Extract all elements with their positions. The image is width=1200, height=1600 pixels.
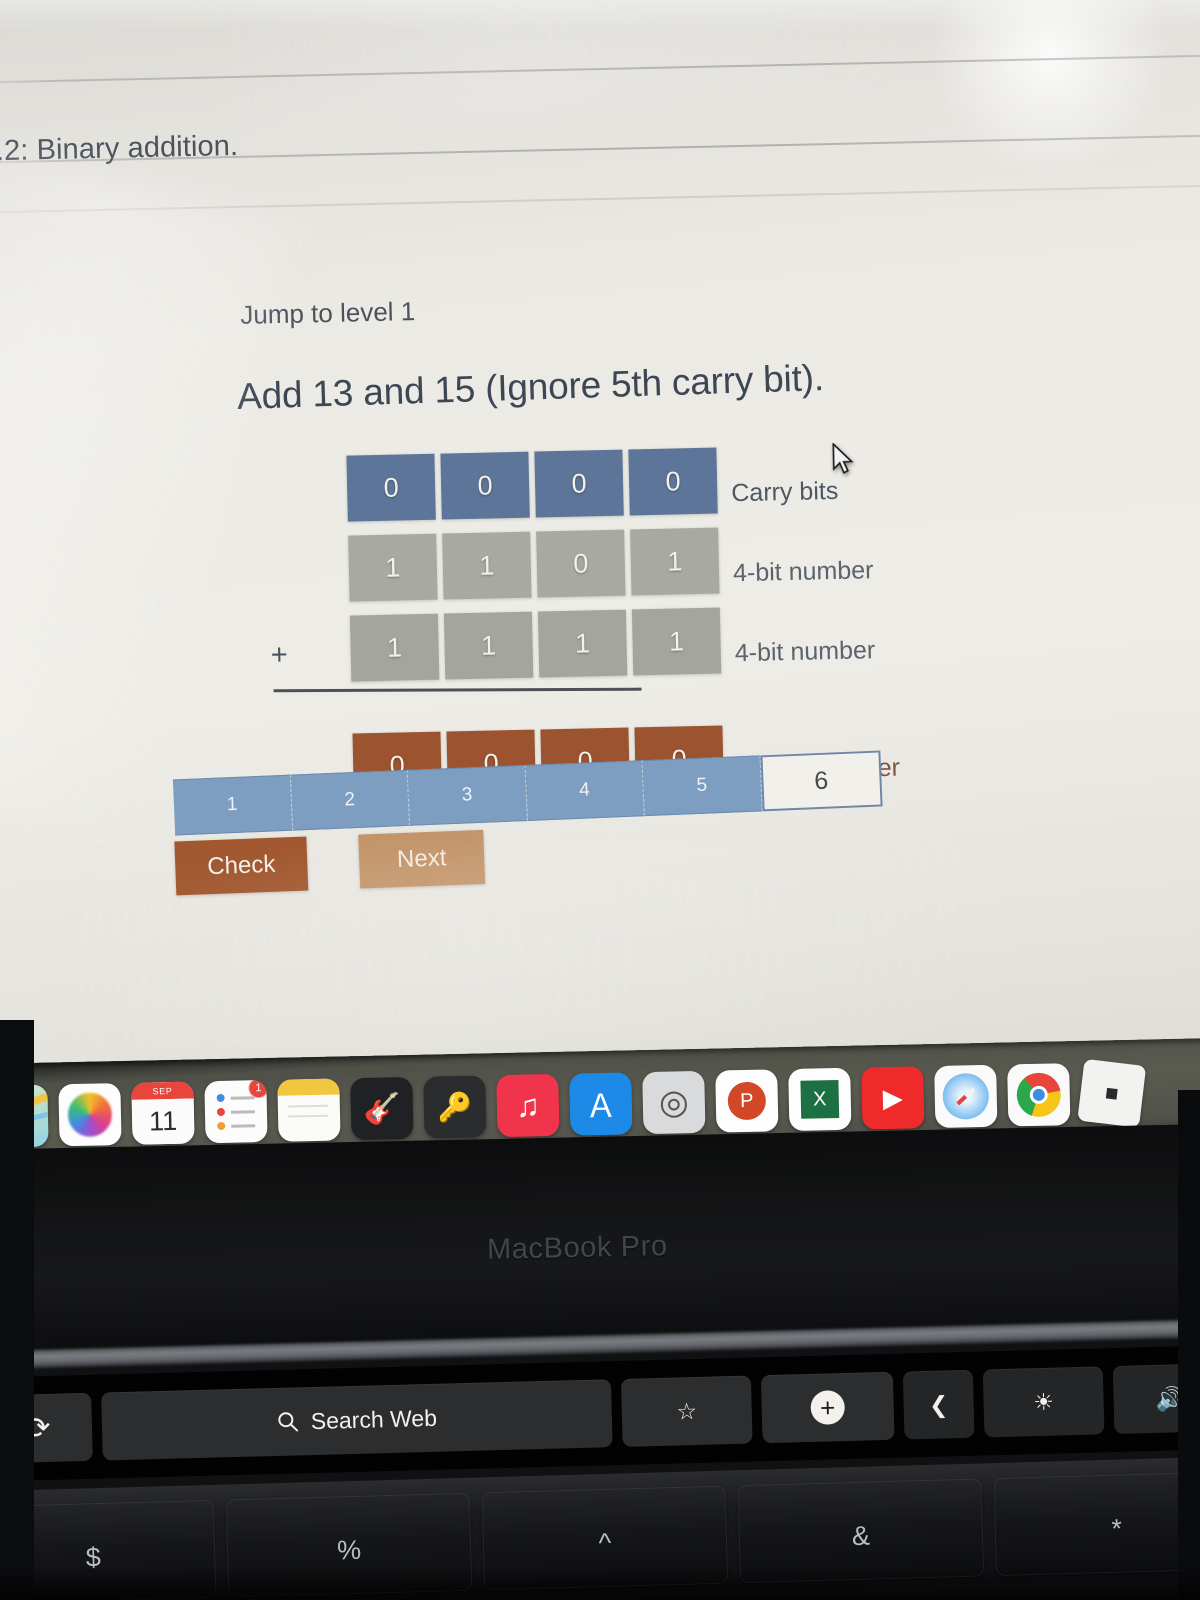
progress-step-5[interactable]: 5	[642, 755, 763, 817]
new-tab-plus-icon[interactable]: +	[760, 1371, 895, 1444]
chrome-icon[interactable]	[1007, 1063, 1071, 1127]
operand-1-bit-cell: 1	[442, 531, 532, 600]
search-web-label: Search Web	[310, 1404, 438, 1434]
brightness-icon[interactable]: ☀	[982, 1366, 1105, 1438]
calendar-day-label: 11	[131, 1098, 195, 1145]
operand-2-bit-cell: 1	[349, 613, 440, 682]
task-title: Add 13 and 15 (Ignore 5th carry bit).	[236, 357, 825, 417]
operand-2-row: + 1 1 1 1 4-bit number	[242, 601, 1024, 698]
operand-2-bit-cell: 1	[537, 609, 628, 678]
reminders-badge: 1	[248, 1079, 268, 1099]
excel-icon[interactable]: X	[788, 1067, 852, 1132]
task-block: Add 13 and 15 (Ignore 5th carry bit).	[236, 357, 998, 418]
operand-2-cells: 1 1 1 1	[349, 607, 722, 682]
keychain-icon[interactable]: 🔑	[423, 1075, 487, 1139]
progress-step-1[interactable]: 1	[172, 774, 293, 836]
notes-icon[interactable]	[277, 1078, 341, 1142]
search-web-button[interactable]: Search Web	[101, 1379, 613, 1461]
progress-step-4[interactable]: 4	[525, 760, 645, 821]
photo-bottom-shadow	[0, 1566, 1200, 1600]
operand-2-bit-cell: 1	[631, 607, 722, 676]
jump-to-level-link[interactable]: Jump to level 1	[240, 296, 416, 331]
carry-bit-cell[interactable]: 0	[534, 449, 624, 518]
search-icon	[278, 1412, 299, 1432]
operand-1-bit-cell: 0	[536, 529, 626, 598]
carry-bit-cell[interactable]: 0	[440, 451, 530, 520]
calendar-month-label: SEP	[131, 1081, 194, 1100]
lesson-page: 5.2: Binary addition. 7 Jump to level 1 …	[0, 0, 1200, 1094]
plus-icon: +	[810, 1390, 846, 1425]
next-button[interactable]: Next	[358, 829, 486, 889]
carry-bit-cell[interactable]: 0	[628, 447, 718, 516]
garageband-icon[interactable]: 🎸	[350, 1076, 414, 1141]
progress-step-6[interactable]: 6	[759, 750, 883, 812]
powerpoint-icon[interactable]: P	[715, 1069, 779, 1133]
bookmark-star-icon[interactable]: ☆	[620, 1375, 753, 1447]
roblox-icon[interactable]: ■	[1077, 1058, 1147, 1128]
photos-icon[interactable]	[58, 1083, 122, 1147]
photo-right-dark-edge	[1178, 1090, 1200, 1600]
operand-1-bit-cell: 1	[630, 527, 720, 596]
laptop-screen-surface: 5.2: Binary addition. 7 Jump to level 1 …	[0, 0, 1200, 1095]
safari-icon[interactable]	[934, 1064, 998, 1128]
calendar-icon[interactable]: SEP 11	[131, 1081, 195, 1145]
photo-left-dark-edge	[0, 1020, 34, 1600]
system-preferences-icon[interactable]: ◎	[642, 1070, 706, 1135]
key-asterisk[interactable]: *	[994, 1472, 1200, 1576]
app-store-icon[interactable]: Ａ	[569, 1072, 633, 1136]
back-chevron-icon[interactable]: ❮	[902, 1369, 975, 1440]
operand-2-label: 4-bit number	[734, 635, 876, 667]
check-button[interactable]: Check	[174, 836, 309, 896]
lesson-heading: 5.2: Binary addition.	[0, 129, 239, 168]
carry-bits-label: Carry bits	[731, 476, 839, 507]
music-icon[interactable]: ♫	[496, 1073, 560, 1138]
macbook-pro-wordmark: MacBook Pro	[486, 1230, 668, 1266]
youtube-icon[interactable]: ▶	[861, 1066, 925, 1130]
reminders-icon[interactable]: 1	[204, 1079, 268, 1144]
carry-bit-cells: 0 0 0 0	[346, 447, 718, 522]
operand-1-label: 4-bit number	[732, 555, 874, 587]
operand-1-bit-cell: 1	[348, 533, 438, 602]
progress-step-3[interactable]: 3	[407, 765, 528, 826]
carry-bit-cell[interactable]: 0	[346, 453, 436, 522]
mouse-cursor	[832, 442, 854, 474]
photo-of-laptop-screen: 5.2: Binary addition. 7 Jump to level 1 …	[0, 0, 1200, 1600]
action-button-row: Check Next	[174, 829, 486, 896]
plus-operator: +	[270, 638, 289, 672]
progress-step-2[interactable]: 2	[290, 769, 411, 831]
operand-2-bit-cell: 1	[443, 611, 534, 680]
operand-1-cells: 1 1 0 1	[348, 527, 720, 602]
